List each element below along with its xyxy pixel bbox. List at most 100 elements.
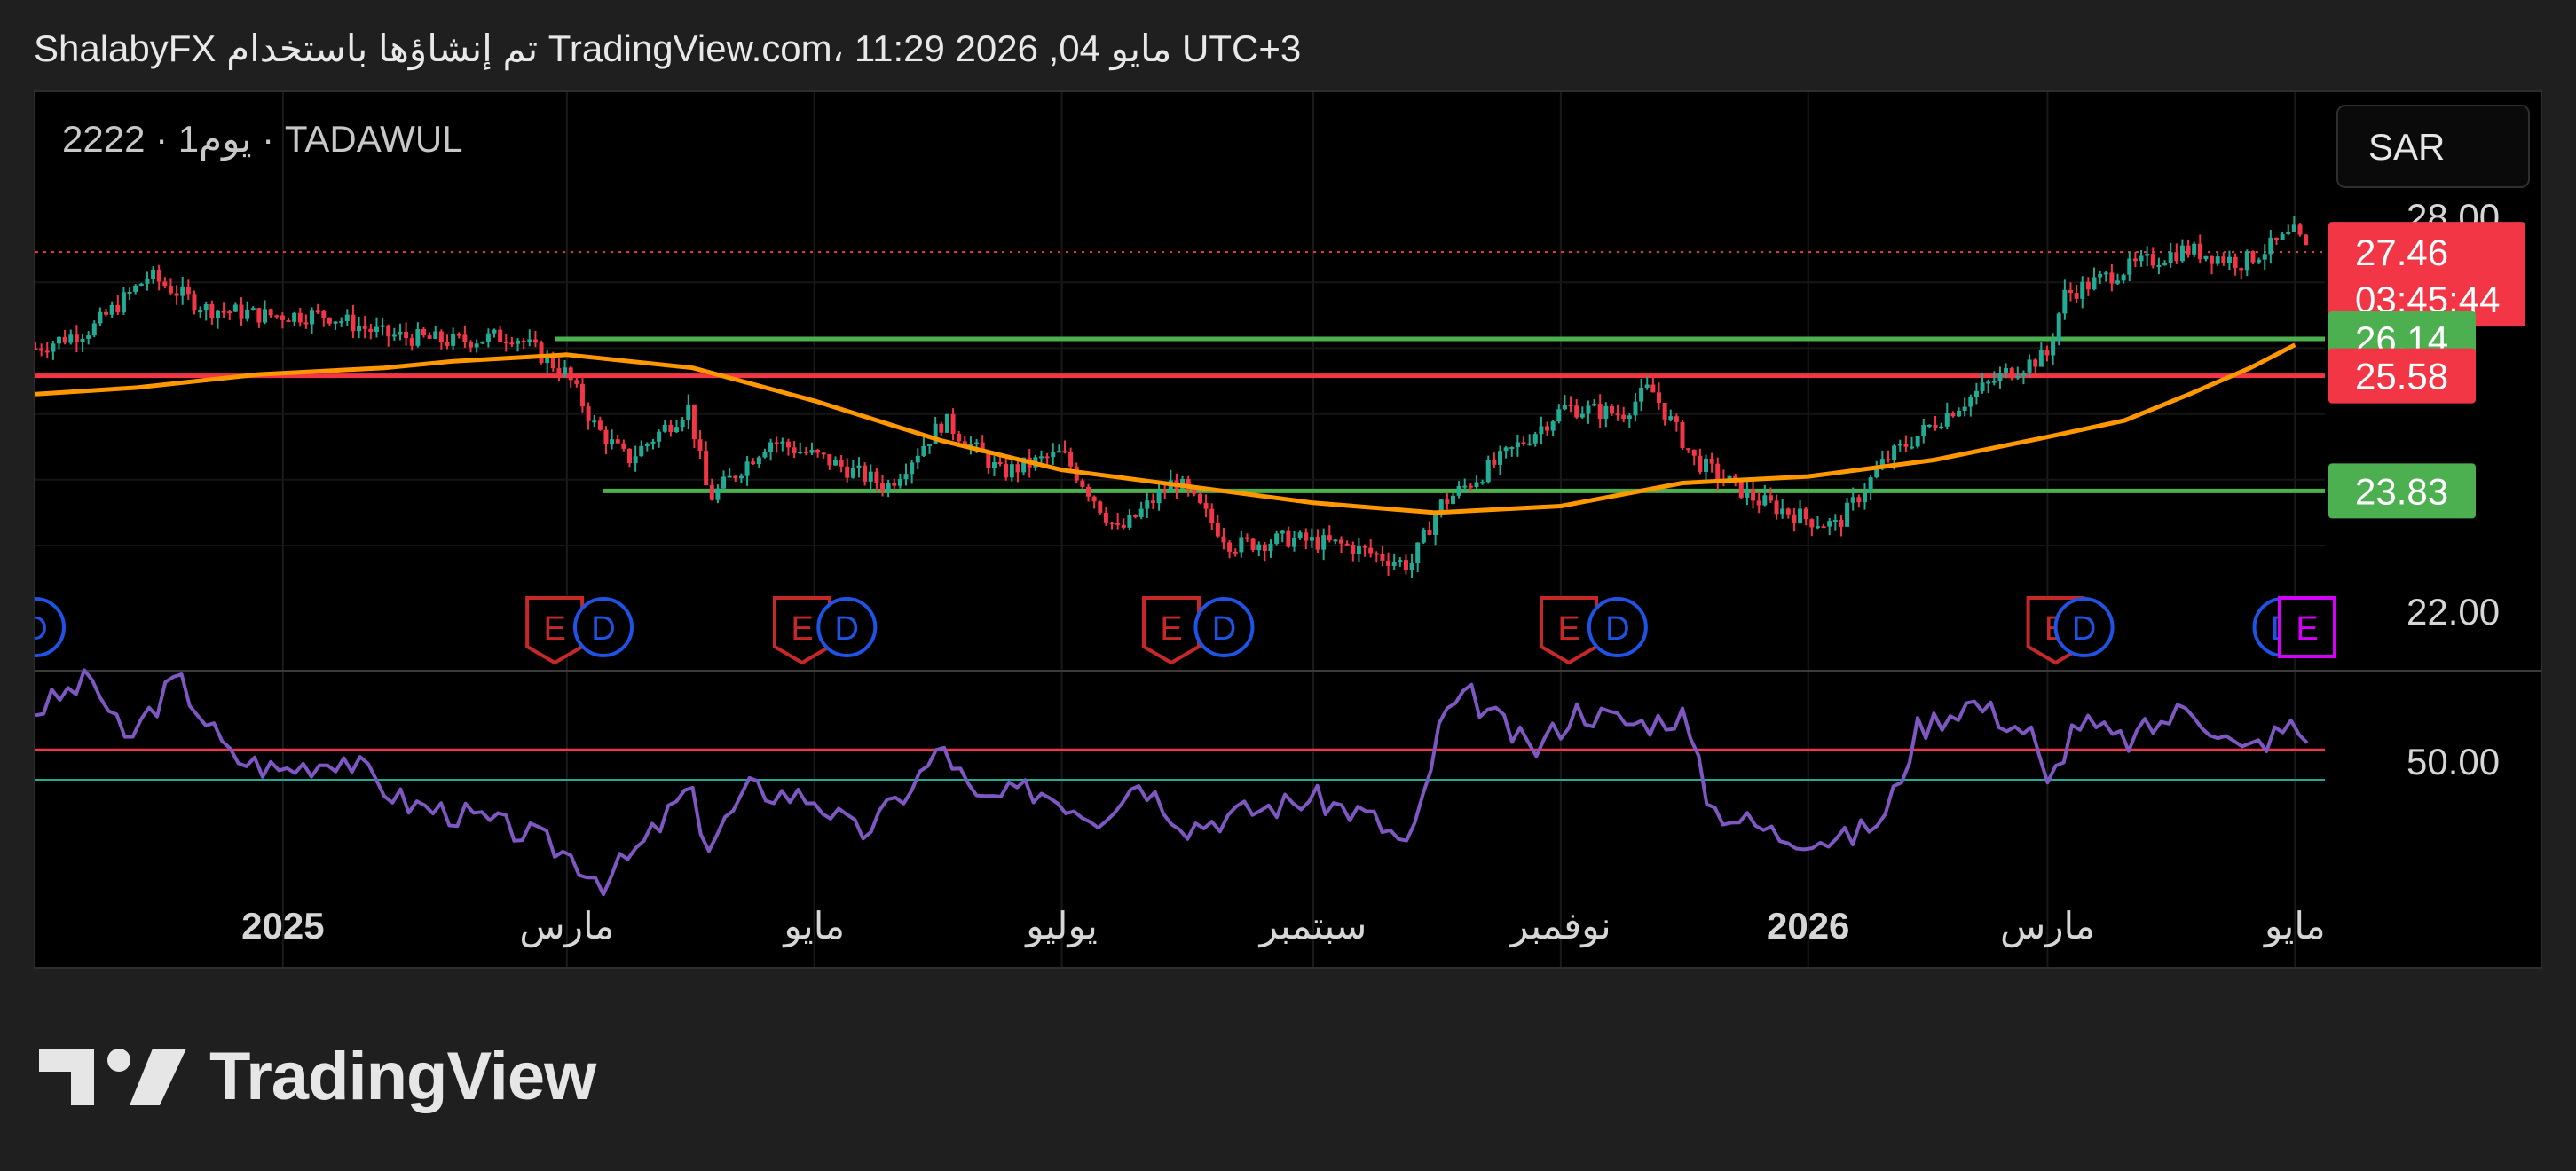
candle-body [2203,255,2209,260]
candle-body [2179,245,2185,262]
candle-body [1091,496,1097,502]
dividend-marker-label: D [35,610,48,648]
currency-button[interactable]: SAR [2336,105,2530,188]
chart-caption: ShalabyFX تم إنشاؤها باستخدام TradingVie… [34,28,1302,69]
rsi-line [35,668,2309,897]
candle-body [1398,560,1403,562]
candle-body [868,471,873,482]
candle-body [1004,463,1009,478]
chart-panel[interactable]: DEDEDEDEDEDDE 28.0022.0050.0027.4603:45:… [34,90,2542,969]
candle-body [1839,519,1844,527]
candle-body [115,304,121,313]
dividend-marker-label: D [835,610,859,648]
candle-body [445,342,450,346]
candle-body [327,318,332,324]
candle-body [832,460,838,466]
rsi-pane [35,668,2325,897]
candle-body [704,451,709,486]
candle-body [974,442,980,444]
candle-body [821,452,826,455]
candle-body [2291,224,2296,232]
candle-body [1244,537,1249,539]
candle-body [785,441,791,448]
candle-body [1368,547,1374,554]
earnings-marker-label: E [2296,610,2318,648]
candle-body [1321,535,1327,550]
candle-body [756,457,761,465]
candle-body [256,308,262,323]
candle-body [192,294,197,311]
candle-body [162,281,168,287]
candle-body [792,447,797,453]
candle-body [2280,233,2285,240]
tradingview-logo[interactable]: TradingView [39,1038,596,1115]
candle-body [451,334,456,346]
candle-body [1485,460,1491,483]
candle-body [480,341,485,344]
candle-body [680,420,685,428]
candle-body [1327,535,1332,541]
candle-body [715,488,721,500]
candle-body [1903,444,1909,447]
candle-body [521,340,526,342]
candle-body [2062,289,2068,314]
time-tick-label: مارس [519,905,614,948]
candle-body [1973,390,1979,397]
candle-body [1503,447,1509,452]
candle-body [2109,272,2115,284]
candle-body [509,342,515,345]
candle-body [639,445,644,457]
candle-body [263,309,268,323]
candle-body [774,442,779,444]
candle-body [386,325,391,337]
candle-body [1556,409,1562,422]
candle-body [1297,532,1303,538]
candle-body [1492,460,1497,465]
time-tick-label: مايو [2263,905,2326,948]
candle-body [2226,256,2232,263]
candle-body [809,449,815,453]
candle-body [2215,256,2220,264]
candle-body [880,483,886,491]
candle-body [1286,530,1291,547]
candle-body [2092,277,2097,290]
candle-body [1615,413,1620,416]
price-chart[interactable]: DEDEDEDEDEDDE 28.0022.0050.0027.4603:45:… [35,92,2542,969]
candle-body [1809,519,1815,528]
candle-body [1062,451,1067,453]
candle-body [2257,259,2262,263]
candle-body [516,340,521,344]
candle-body [1933,424,1938,428]
candle-body [1574,405,1579,418]
candle-body [391,334,397,337]
candle-body [456,334,461,336]
candle-body [1939,426,1944,428]
time-tick-label: نوفمبر [1509,905,1611,948]
candle-body [121,292,126,313]
candle-body [644,444,650,446]
candle-body [2121,274,2126,281]
candle-body [1215,523,1220,537]
candle-body [1344,543,1350,546]
candle-body [297,312,303,323]
earnings-marker-label: E [791,610,813,648]
candle-body [1498,451,1503,465]
candle-body [1133,515,1138,517]
candle-body [1532,434,1538,444]
candle-body [2074,293,2079,299]
candle-body [1121,524,1126,528]
candle-body [2244,251,2249,271]
candle-body [404,332,409,339]
candle-body [556,368,562,375]
candle-body [1850,497,1855,503]
candle-body [2145,254,2150,256]
candle-body [250,308,256,310]
candle-body [433,331,438,339]
candle-body [1456,485,1461,496]
candle-body [1362,546,1367,548]
candle-body [2068,289,2073,294]
candle-body [109,304,114,315]
candle-body [762,452,768,458]
candle-body [203,303,209,311]
candle-body [44,350,50,353]
